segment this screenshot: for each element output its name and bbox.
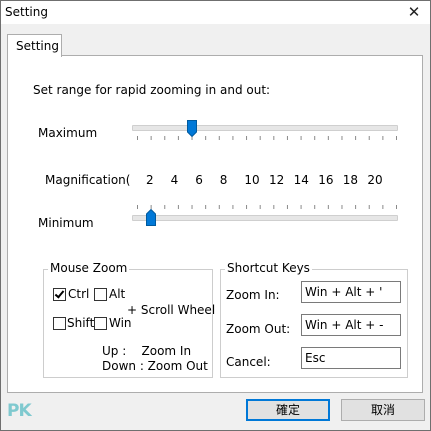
- settings-window: Setting ✕ Setting Set range for rapid zo…: [0, 0, 431, 431]
- alt-checkbox[interactable]: [94, 288, 107, 301]
- maximum-slider-thumb[interactable]: [186, 120, 197, 137]
- minimum-slider-thumb[interactable]: [145, 209, 156, 226]
- zoom-out-shortcut-field[interactable]: Win + Alt + -: [301, 314, 401, 336]
- shift-checkbox[interactable]: [53, 317, 66, 330]
- cancel-shortcut-field[interactable]: Esc: [301, 347, 401, 369]
- scroll-down-hint: Down : Zoom Out: [102, 359, 208, 373]
- minimum-slider-ticks: [137, 205, 397, 209]
- magnification-scale-label: 12: [269, 173, 285, 187]
- scroll-wheel-label: + Scroll Wheel: [127, 303, 216, 317]
- scroll-up-hint: Up : Zoom In: [102, 344, 192, 358]
- magnification-scale-label: 14: [293, 173, 309, 187]
- magnification-scale-label: 2: [146, 173, 154, 187]
- ctrl-label[interactable]: Ctrl: [68, 287, 89, 301]
- minimum-slider-track[interactable]: [132, 215, 398, 221]
- mouse-zoom-group: Mouse Zoom Ctrl Alt + Scroll Wheel Shift…: [43, 261, 216, 378]
- window-title: Setting: [5, 5, 48, 19]
- shift-label[interactable]: Shift: [67, 316, 94, 330]
- dialog-body: Setting Set range for rapid zooming in a…: [1, 24, 430, 430]
- maximum-slider-ticks: [137, 136, 397, 140]
- title-bar[interactable]: Setting ✕: [1, 1, 430, 23]
- tab-setting[interactable]: Setting: [7, 34, 62, 57]
- ok-button[interactable]: 確定: [246, 399, 330, 421]
- tab-panel: Set range for rapid zooming in and out: …: [7, 55, 423, 393]
- cancel-shortcut-label: Cancel:: [226, 355, 271, 369]
- mouse-zoom-title: Mouse Zoom: [48, 261, 130, 275]
- magnification-scale-label: 10: [244, 173, 260, 187]
- close-icon[interactable]: ✕: [404, 2, 424, 22]
- watermark-logo: PK: [7, 401, 32, 421]
- win-checkbox[interactable]: [94, 317, 107, 330]
- tab-setting-label: Setting: [16, 39, 59, 53]
- zoom-in-shortcut-field[interactable]: Win + Alt + ': [301, 281, 401, 303]
- win-label[interactable]: Win: [109, 316, 132, 330]
- magnification-scale-label: 6: [195, 173, 203, 187]
- magnification-scale-label: 20: [367, 173, 383, 187]
- zoom-out-label: Zoom Out:: [226, 322, 291, 336]
- magnification-label: Magnification(: [45, 173, 131, 187]
- maximum-slider-track[interactable]: [132, 125, 398, 131]
- magnification-scale-label: 18: [342, 173, 359, 187]
- ctrl-checkbox[interactable]: [53, 288, 66, 301]
- minimum-label: Minimum: [38, 216, 94, 230]
- range-heading: Set range for rapid zooming in and out:: [33, 83, 271, 97]
- zoom-in-label: Zoom In:: [226, 288, 280, 302]
- alt-label[interactable]: Alt: [109, 287, 125, 301]
- magnification-scale-label: 4: [170, 173, 179, 187]
- cancel-button[interactable]: 取消: [341, 399, 425, 421]
- maximum-label: Maximum: [38, 126, 98, 140]
- shortcut-keys-title: Shortcut Keys: [225, 261, 312, 275]
- magnification-scale-label: 16: [318, 173, 334, 187]
- shortcut-keys-group: Shortcut Keys Zoom In: Win + Alt + ' Zoo…: [220, 261, 408, 378]
- magnification-scale-label: 8: [219, 173, 228, 187]
